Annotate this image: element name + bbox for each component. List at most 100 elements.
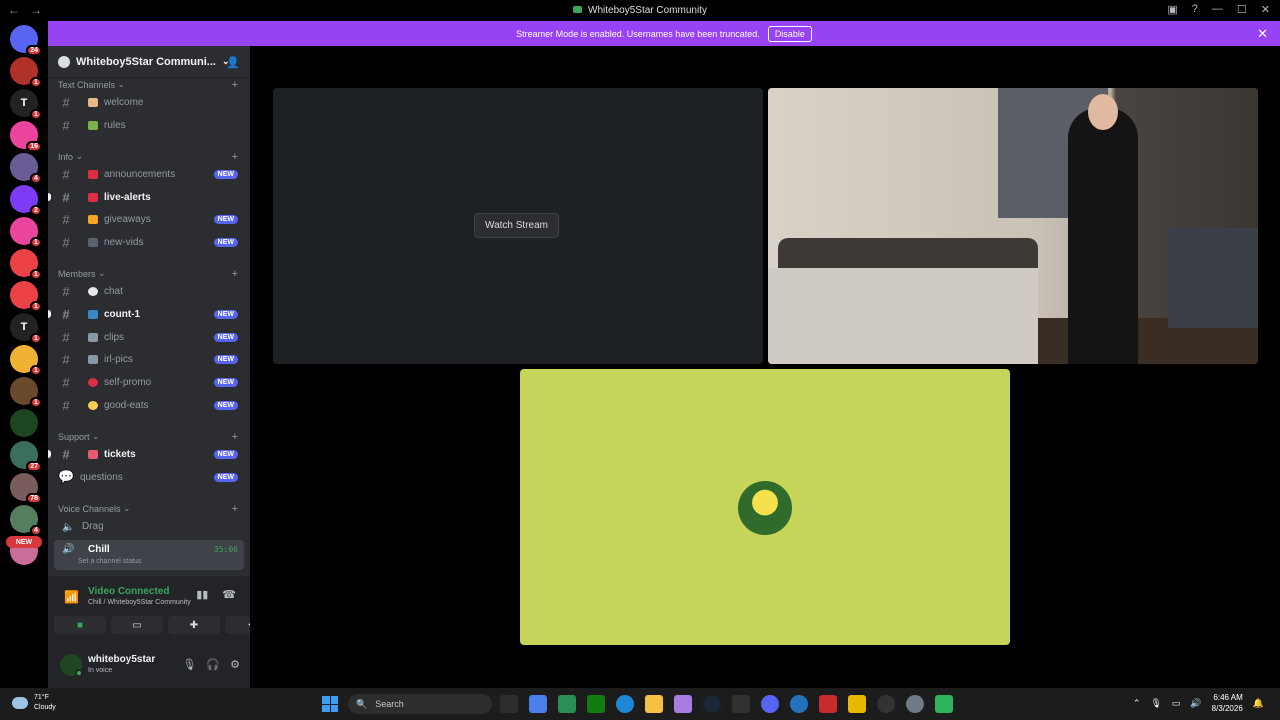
activities-button[interactable]: ✚ <box>168 616 220 634</box>
add-channel-icon[interactable]: + <box>232 503 238 515</box>
edge-icon[interactable] <box>616 695 634 713</box>
disable-button[interactable]: Disable <box>767 25 812 42</box>
add-user-icon[interactable]: 👤 <box>226 56 240 69</box>
channel-status[interactable]: Set a channel status <box>78 558 141 565</box>
voice-channel-drag[interactable]: 🔈 Drag <box>54 521 244 533</box>
username[interactable]: whiteboy5star <box>88 654 155 665</box>
maximize-button[interactable]: ☐ <box>1237 3 1247 16</box>
channel-chat[interactable]: # chat <box>54 281 244 301</box>
guild-header[interactable]: Whiteboy5Star Communi... ⌄ 👤 <box>48 46 250 78</box>
channel-questions[interactable]: 💬 questions NEW <box>54 467 244 487</box>
category-members[interactable]: Members ⌄ + <box>58 268 238 280</box>
category-voice-channels[interactable]: Voice Channels ⌄ + <box>58 503 238 515</box>
mic-icon[interactable]: 🎙 <box>1150 698 1161 709</box>
server-icon[interactable]: 1 <box>10 377 42 408</box>
add-channel-icon[interactable]: + <box>232 151 238 163</box>
new-badge: NEW <box>213 354 238 364</box>
signal-icon[interactable]: 📶 <box>64 590 79 604</box>
network-icon[interactable]: ▭ <box>1172 698 1181 709</box>
channel-clips[interactable]: # clips NEW <box>54 327 244 347</box>
server-icon[interactable]: 1 <box>10 217 42 248</box>
mic-icon[interactable]: 🎙 <box>182 658 196 671</box>
server-icon[interactable]: 1 <box>10 249 42 280</box>
epic-games-icon[interactable] <box>732 695 750 713</box>
number-emoji-icon <box>88 309 98 319</box>
channel-good-eats[interactable]: # good-eats NEW <box>54 395 244 415</box>
close-button[interactable]: ✕ <box>1261 3 1270 16</box>
server-icon[interactable]: 78 <box>10 473 42 504</box>
channel-giveaways[interactable]: # giveaways NEW <box>54 209 244 229</box>
server-icon[interactable]: 4 <box>10 153 42 184</box>
screen-share-button[interactable]: ▭ <box>111 616 163 634</box>
user-tile[interactable] <box>520 369 1010 645</box>
search-box[interactable]: 🔍 Search <box>348 694 492 714</box>
app-icon[interactable] <box>935 695 953 713</box>
soundboard-icon[interactable]: ▮▮ <box>196 588 208 601</box>
server-icon[interactable]: 4 <box>10 505 42 536</box>
stream-tile[interactable]: Watch Stream <box>273 88 763 364</box>
store-icon[interactable] <box>558 695 576 713</box>
add-channel-icon[interactable]: + <box>232 268 238 280</box>
weather-widget[interactable]: 71°F Cloudy <box>12 693 56 713</box>
minimize-button[interactable]: — <box>1212 3 1223 16</box>
channel-new-vids[interactable]: # new-vids NEW <box>54 232 244 252</box>
xbox-icon[interactable] <box>587 695 605 713</box>
channel-live-alerts[interactable]: # live-alerts <box>48 187 244 207</box>
server-icon[interactable]: 1 <box>10 345 42 376</box>
app-icon[interactable] <box>819 695 837 713</box>
inbox-icon[interactable]: ▣ <box>1167 3 1177 16</box>
steam-icon[interactable] <box>703 695 721 713</box>
folder-icon[interactable] <box>645 695 663 713</box>
server-icon[interactable]: 27 <box>10 441 42 472</box>
clock[interactable]: 6:46 AM 8/3/2026 <box>1212 692 1243 714</box>
discord-icon[interactable] <box>761 695 779 713</box>
disconnect-icon[interactable]: ☎ <box>222 588 236 601</box>
category-support[interactable]: Support ⌄ + <box>58 431 238 443</box>
server-icon[interactable]: T1 <box>10 89 42 120</box>
taskbar: 71°F Cloudy 🔍 Search ⌃ 🎙 ▭ 🔊 6:46 AM 8/3/20… <box>0 688 1280 720</box>
server-icon[interactable] <box>10 409 38 437</box>
server-icon[interactable]: 1 <box>10 57 42 88</box>
help-icon[interactable]: ? <box>1192 3 1198 16</box>
server-icon[interactable]: 16 <box>10 121 42 152</box>
camera-button[interactable]: ■ <box>54 616 106 634</box>
headphones-icon[interactable]: 🎧 <box>206 658 220 671</box>
chevron-up-icon[interactable]: ⌃ <box>1133 698 1141 709</box>
settings-gear-icon[interactable] <box>906 695 924 713</box>
server-icon[interactable]: 1 <box>10 281 42 312</box>
channel-count[interactable]: # count-1 NEW <box>48 304 244 324</box>
channel-self-promo[interactable]: # self-promo NEW <box>54 372 244 392</box>
discord-home-icon[interactable]: 24 <box>10 25 42 56</box>
camera-tile[interactable] <box>768 88 1258 364</box>
settings-gear-icon[interactable]: ⚙ <box>230 658 240 671</box>
rockstar-icon[interactable] <box>848 695 866 713</box>
channel-irl-pics[interactable]: # irl-pics NEW <box>54 349 244 369</box>
obs-icon[interactable] <box>877 695 895 713</box>
server-icon[interactable]: 2 <box>10 185 42 216</box>
unread-indicator <box>48 450 51 458</box>
mention-badge: 1 <box>30 365 42 376</box>
channel-rules[interactable]: # rules <box>54 115 244 135</box>
avatar[interactable] <box>60 654 83 677</box>
app-icon[interactable] <box>674 695 692 713</box>
add-channel-icon[interactable]: + <box>232 79 238 91</box>
megaphone-emoji-icon <box>88 169 98 179</box>
channel-announcements[interactable]: # announcements NEW <box>54 164 244 184</box>
close-icon[interactable]: ✕ <box>1257 26 1268 42</box>
category-text-channels[interactable]: Text Channels ⌄ + <box>58 79 238 91</box>
volume-icon[interactable]: 🔊 <box>1190 698 1201 709</box>
notification-bell-icon[interactable]: 🔔 <box>1253 698 1264 709</box>
channel-welcome[interactable]: # welcome <box>54 92 244 112</box>
app-icon[interactable] <box>529 695 547 713</box>
browser-icon[interactable] <box>790 695 808 713</box>
channel-tickets[interactable]: # tickets NEW <box>48 444 244 464</box>
server-icon[interactable]: T1 <box>10 313 42 344</box>
cloud-icon <box>12 697 28 709</box>
category-info[interactable]: Info ⌄ + <box>58 151 238 163</box>
add-channel-icon[interactable]: + <box>232 431 238 443</box>
watch-stream-button[interactable]: Watch Stream <box>474 213 559 238</box>
voice-channel-chill[interactable]: 🔊 Chill 35:06 Set a channel status <box>54 540 244 570</box>
file-explorer-icon[interactable] <box>500 695 518 713</box>
start-button[interactable] <box>322 696 338 712</box>
voice-status-title[interactable]: Video Connected <box>88 586 170 597</box>
